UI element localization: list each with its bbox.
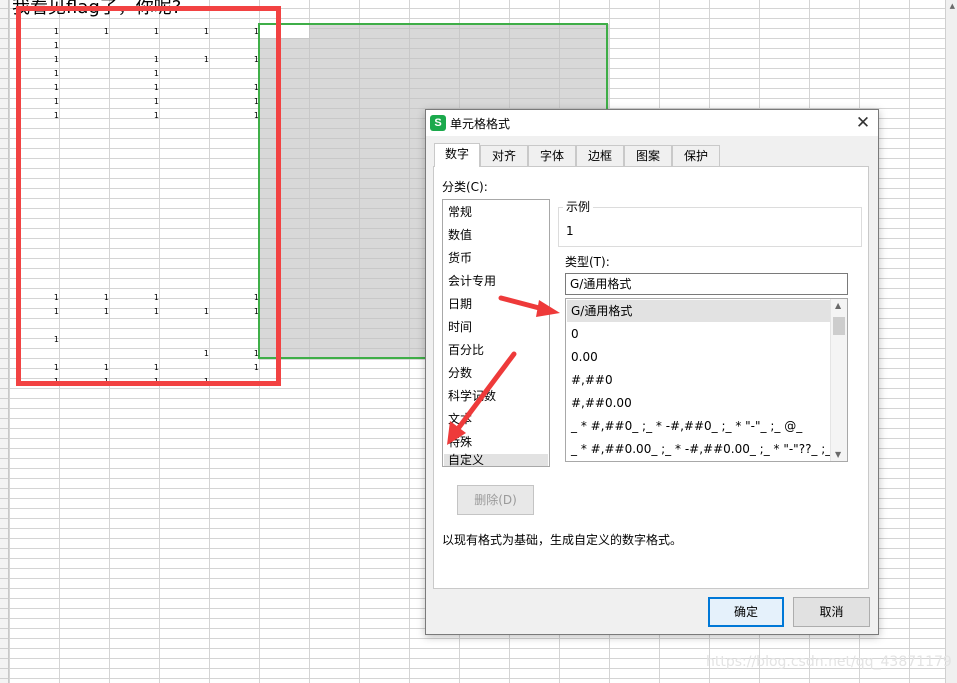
sample-label: 示例 — [563, 198, 594, 215]
dialog-titlebar[interactable]: S 单元格格式 ✕ — [426, 110, 878, 136]
type-item[interactable]: #,##0 — [567, 369, 830, 391]
scroll-up-icon[interactable]: ▲ — [950, 2, 955, 10]
category-item[interactable]: 科学记数 — [444, 385, 548, 407]
type-label: 类型(T): — [565, 255, 610, 269]
category-item[interactable]: 数值 — [444, 224, 548, 246]
type-item[interactable]: #,##0.00 — [567, 392, 830, 414]
delete-button[interactable]: 删除(D) — [457, 485, 534, 515]
scroll-down-icon[interactable]: ▼ — [835, 450, 841, 459]
category-item[interactable]: 货币 — [444, 247, 548, 269]
type-item[interactable]: 0.00 — [567, 346, 830, 368]
category-item-selected[interactable]: 自定义 — [444, 454, 548, 466]
sample-group — [558, 207, 862, 247]
category-item[interactable]: 百分比 — [444, 339, 548, 361]
sheet-vertical-scrollbar[interactable]: ▲ — [945, 0, 957, 683]
tab-font[interactable]: 字体 — [528, 145, 576, 166]
number-tab-panel: 分类(C): 常规 数值 货币 会计专用 日期 时间 百分比 分数 科学记数 文… — [433, 166, 869, 589]
sample-value: 1 — [566, 224, 574, 238]
format-description: 以现有格式为基础，生成自定义的数字格式。 — [442, 533, 683, 547]
category-item[interactable]: 时间 — [444, 316, 548, 338]
category-item[interactable]: 文本 — [444, 408, 548, 430]
cancel-button[interactable]: 取消 — [793, 597, 870, 627]
annotation-red-rectangle — [16, 6, 281, 386]
category-list[interactable]: 常规 数值 货币 会计专用 日期 时间 百分比 分数 科学记数 文本 特殊 自定… — [442, 199, 550, 467]
type-item-selected[interactable]: G/通用格式 — [567, 300, 830, 322]
type-list[interactable]: G/通用格式 0 0.00 #,##0 #,##0.00 _ * #,##0_ … — [565, 298, 848, 462]
format-cells-dialog: S 单元格格式 ✕ 数字 对齐 字体 边框 图案 保护 分类(C): 常规 数值… — [425, 109, 879, 635]
category-item[interactable]: 会计专用 — [444, 270, 548, 292]
category-item[interactable]: 日期 — [444, 293, 548, 315]
dialog-title: 单元格格式 — [450, 117, 511, 131]
tab-protection[interactable]: 保护 — [672, 145, 720, 166]
type-list-scrollbar[interactable]: ▲ ▼ — [830, 299, 847, 461]
row-headers[interactable] — [0, 0, 9, 683]
category-label: 分类(C): — [442, 180, 488, 194]
type-item[interactable]: _ * #,##0_ ;_ * -#,##0_ ;_ * "-"_ ;_ @_ — [567, 415, 830, 437]
tab-pattern[interactable]: 图案 — [624, 145, 672, 166]
category-item[interactable]: 常规 — [444, 201, 548, 223]
type-item[interactable]: 0 — [567, 323, 830, 345]
ok-button[interactable]: 确定 — [708, 597, 784, 627]
tab-alignment[interactable]: 对齐 — [480, 145, 528, 166]
tab-border[interactable]: 边框 — [576, 145, 624, 166]
type-item[interactable]: _ * #,##0.00_ ;_ * -#,##0.00_ ;_ * "-"??… — [567, 438, 830, 460]
category-item[interactable]: 分数 — [444, 362, 548, 384]
app-logo-icon: S — [430, 115, 446, 131]
scroll-thumb[interactable] — [833, 317, 845, 335]
tab-number[interactable]: 数字 — [434, 143, 480, 167]
watermark: https://blog.csdn.net/qq_43871179 — [706, 654, 952, 670]
type-input[interactable]: G/通用格式 — [565, 273, 848, 295]
category-item[interactable]: 特殊 — [444, 431, 548, 453]
close-icon[interactable]: ✕ — [848, 110, 878, 136]
scroll-up-icon[interactable]: ▲ — [835, 301, 841, 310]
